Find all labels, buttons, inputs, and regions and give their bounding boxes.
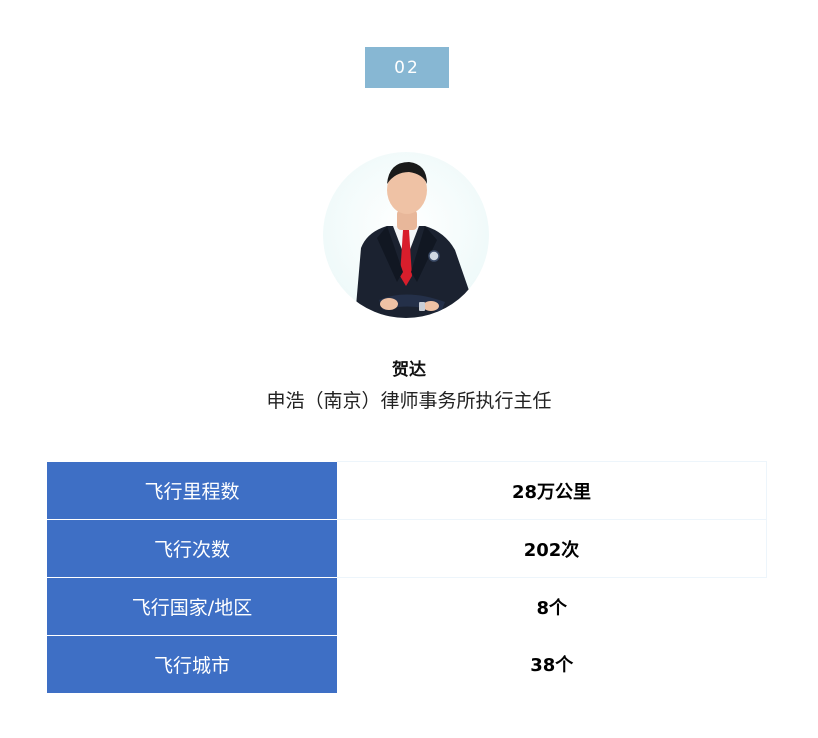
portrait-illustration: [355, 162, 473, 318]
stat-label-cities: 飞行城市: [47, 635, 337, 693]
person-name: 贺达: [392, 360, 426, 380]
stat-label-mileage: 飞行里程数: [47, 461, 337, 520]
table-row: 飞行里程数 28万公里: [47, 461, 767, 520]
table-row: 飞行次数 202次: [47, 519, 767, 578]
stat-value-mileage: 28万公里: [337, 461, 767, 520]
stat-value-flights: 202次: [337, 519, 767, 578]
person-title: 申浩（南京）律师事务所执行主任: [266, 390, 552, 412]
stat-label-flights: 飞行次数: [47, 519, 337, 578]
section-number-badge: 02: [365, 47, 449, 88]
stat-label-countries: 飞行国家/地区: [47, 577, 337, 636]
flight-stats-table: 飞行里程数 28万公里 飞行次数 202次 飞行国家/地区 8个 飞行城市 38…: [47, 461, 767, 693]
stat-value-countries: 8个: [337, 577, 767, 636]
stat-value-cities: 38个: [337, 635, 767, 693]
table-row: 飞行城市 38个: [47, 635, 767, 693]
person-portrait: [323, 152, 489, 318]
table-row: 飞行国家/地区 8个: [47, 577, 767, 636]
